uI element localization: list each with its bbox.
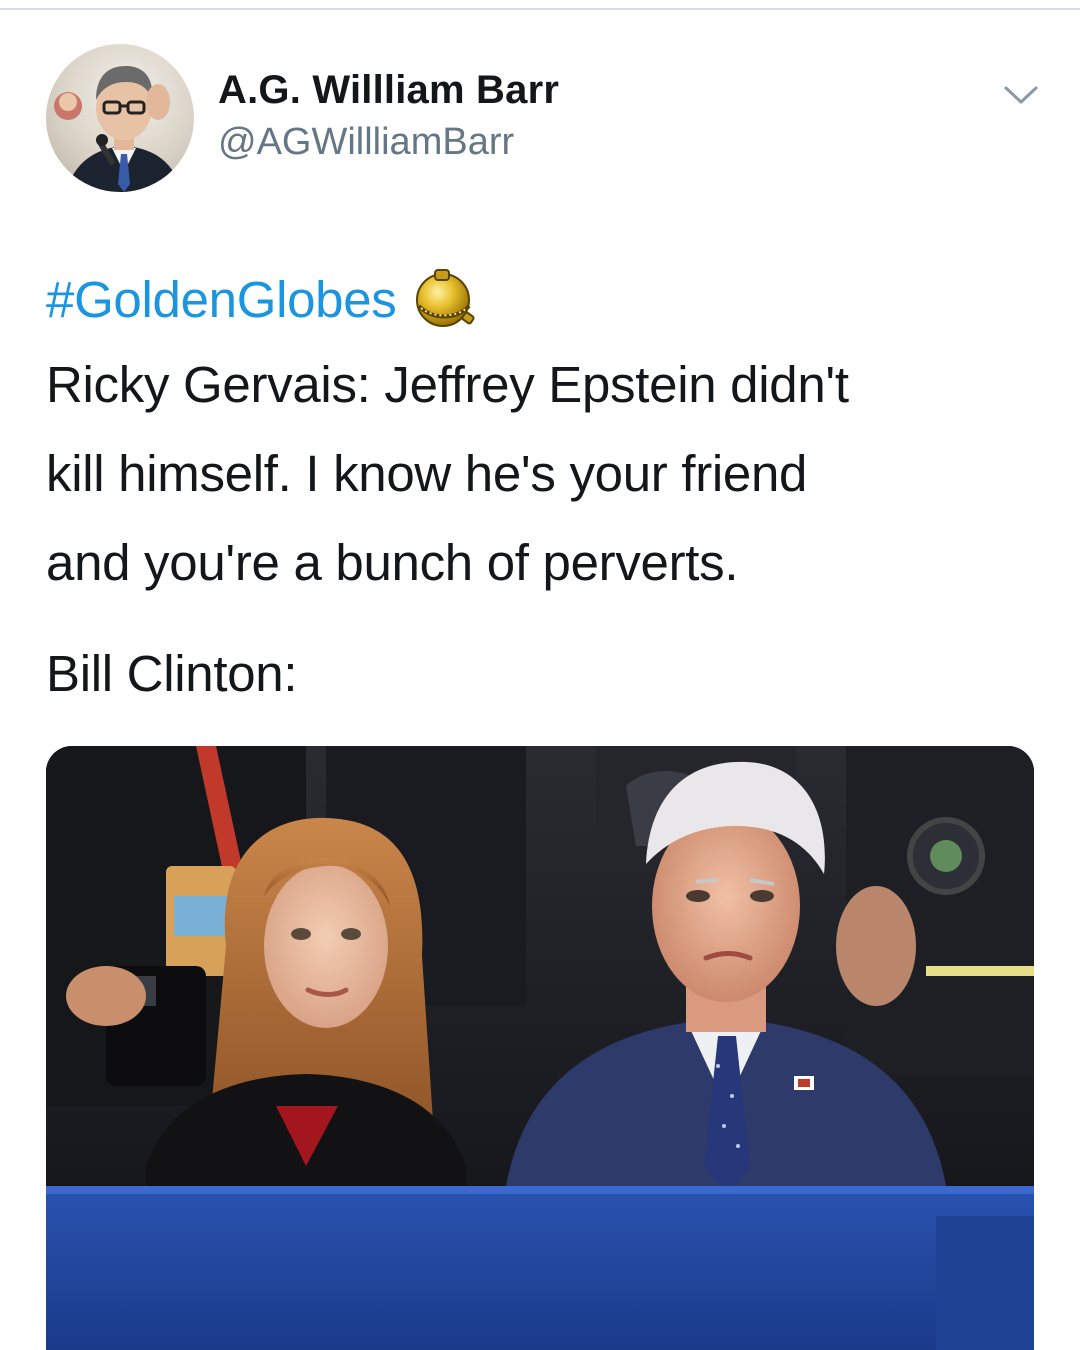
tweet-media-photo[interactable] bbox=[46, 746, 1034, 1350]
user-handle[interactable]: @AGWillliamBarr bbox=[218, 118, 559, 166]
golden-globe-icon bbox=[411, 266, 477, 332]
top-divider bbox=[0, 8, 1080, 10]
author-info: A.G. Willliam Barr @AGWillliamBarr bbox=[218, 66, 559, 166]
tweet-reply-line: Bill Clinton: bbox=[46, 645, 298, 702]
tweet-line-2: kill himself. I know he's your friend bbox=[46, 445, 808, 502]
tweet-line-3: and you're a bunch of perverts. bbox=[46, 534, 739, 591]
avatar-photo bbox=[54, 66, 182, 192]
tweet-line-1: Ricky Gervais: Jeffrey Epstein didn't bbox=[46, 356, 849, 413]
chevron-down-icon[interactable] bbox=[1001, 80, 1041, 110]
display-name[interactable]: A.G. Willliam Barr bbox=[218, 66, 559, 114]
hashtag-link[interactable]: #GoldenGlobes bbox=[46, 255, 397, 344]
avatar[interactable] bbox=[46, 44, 194, 192]
tweet-text: #GoldenGlobes Ricky Gervais: Jeffrey Eps… bbox=[46, 262, 1036, 718]
hashtag-line: #GoldenGlobes bbox=[46, 262, 1036, 336]
tweet-header: A.G. Willliam Barr @AGWillliamBarr bbox=[46, 44, 1046, 194]
